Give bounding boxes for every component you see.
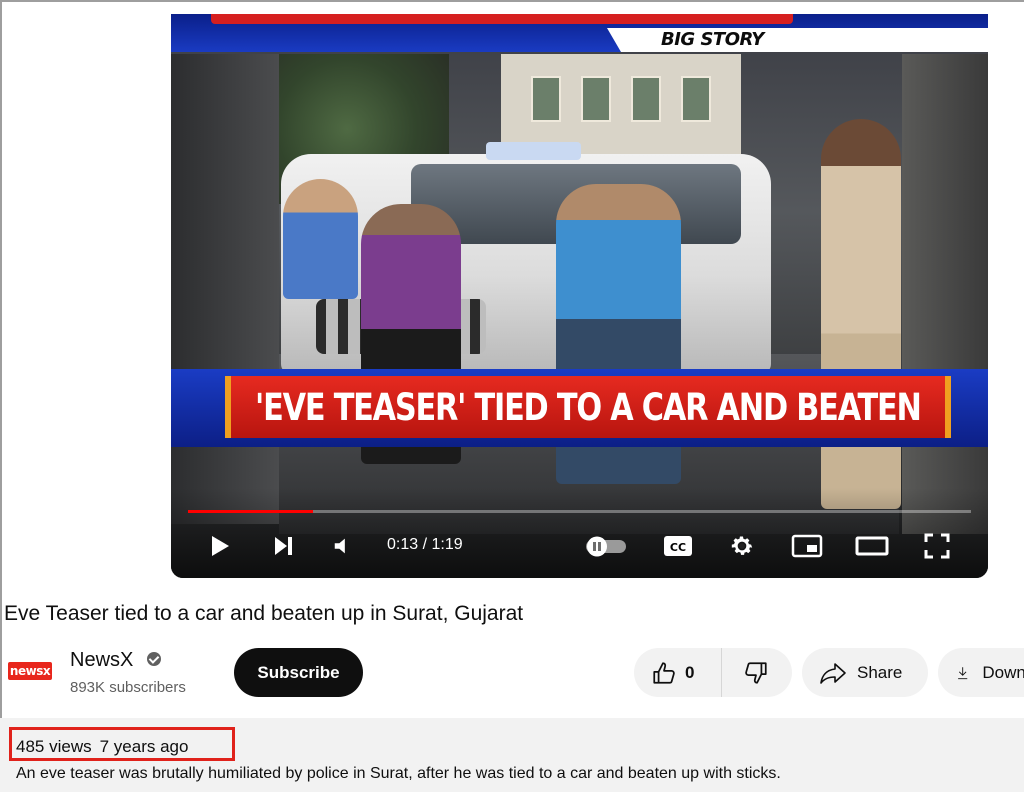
volume-icon <box>334 538 345 554</box>
autoplay-toggle-icon <box>586 536 626 557</box>
theater-icon <box>855 536 889 556</box>
share-label: Share <box>857 662 903 682</box>
view-count: 485 views <box>16 737 92 756</box>
big-story-label: BIG STORY <box>661 29 764 50</box>
download-icon <box>958 666 968 679</box>
miniplayer-icon <box>791 534 823 558</box>
video-player[interactable]: BIG STORY 'EVE TEASER' TIED TO A CAR AND… <box>171 14 988 578</box>
dislike-button[interactable] <box>722 648 790 697</box>
thumbs-down-icon <box>745 661 767 684</box>
next-icon <box>275 537 292 555</box>
upload-age: 7 years ago <box>99 737 189 756</box>
fullscreen-icon <box>924 533 950 559</box>
headline-overlay-text: 'EVE TEASER' TIED TO A CAR AND BEATEN <box>255 385 922 429</box>
verified-badge-icon <box>147 652 161 666</box>
view-stats: 485 views 7 years ago <box>16 737 188 757</box>
description-text: An eve teaser was brutally humiliated by… <box>16 765 781 782</box>
gear-icon <box>731 536 753 555</box>
next-button[interactable] <box>269 530 297 562</box>
miniplayer-button[interactable] <box>789 530 825 562</box>
channel-avatar[interactable]: newsx <box>8 662 52 680</box>
like-button[interactable]: 0 <box>634 648 722 697</box>
volume-button[interactable] <box>329 530 357 562</box>
video-title: Eve Teaser tied to a car and beaten up i… <box>4 602 524 625</box>
play-icon <box>212 536 229 556</box>
download-button[interactable]: Download <box>938 648 1024 697</box>
theater-mode-button[interactable] <box>854 530 890 562</box>
thumbs-up-icon <box>653 661 675 684</box>
like-dislike-group: 0 <box>634 648 792 697</box>
share-button[interactable]: Share <box>802 648 928 697</box>
progress-bar[interactable] <box>188 510 971 513</box>
channel-name[interactable]: NewsX <box>70 649 133 672</box>
svg-text:CC: CC <box>670 541 686 554</box>
share-icon <box>820 662 846 684</box>
time-display: 0:13 / 1:19 <box>387 536 463 553</box>
progress-played <box>188 510 314 513</box>
captions-button[interactable]: CC <box>661 530 695 562</box>
headline-overlay: 'EVE TEASER' TIED TO A CAR AND BEATEN <box>225 376 951 438</box>
like-count: 0 <box>685 662 695 682</box>
autoplay-toggle[interactable] <box>581 530 631 562</box>
subscriber-count: 893K subscribers <box>70 679 186 696</box>
settings-button[interactable] <box>726 530 758 562</box>
fullscreen-button[interactable] <box>921 530 953 562</box>
channel-logo-text: newsx <box>9 664 51 678</box>
captions-icon: CC <box>664 536 692 556</box>
play-button[interactable] <box>205 530 233 562</box>
subscribe-button[interactable]: Subscribe <box>234 648 363 697</box>
download-label: Download <box>982 662 1024 682</box>
